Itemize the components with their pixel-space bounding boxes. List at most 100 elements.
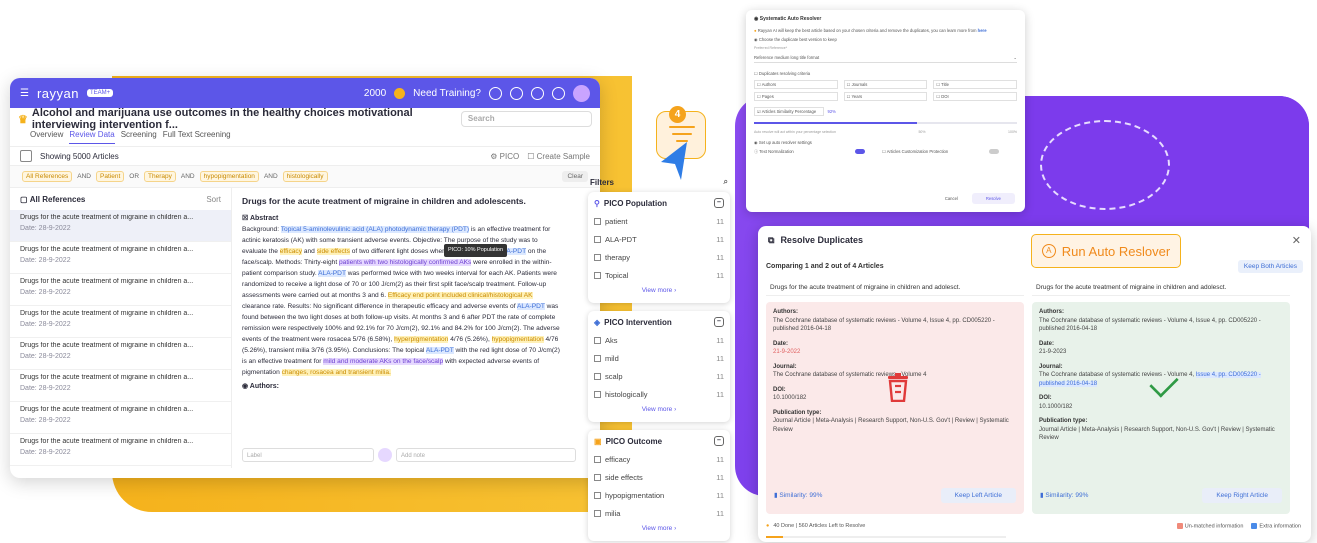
doi-value: 10.1000/182 bbox=[1039, 403, 1073, 410]
filter-chip[interactable]: Therapy bbox=[144, 171, 176, 182]
filter-option[interactable]: Aks 11 bbox=[594, 331, 724, 349]
keep-right-button[interactable]: Keep Right Article bbox=[1202, 487, 1282, 503]
tab-overview[interactable]: Overview bbox=[30, 130, 63, 144]
filter-chip[interactable]: hypopigmentation bbox=[199, 171, 259, 182]
keep-left-button[interactable]: Keep Left Article bbox=[940, 487, 1016, 503]
filter-option[interactable]: mild 11 bbox=[594, 349, 724, 367]
filter-operator[interactable]: AND bbox=[264, 173, 278, 180]
view-more-link[interactable]: View more › bbox=[594, 522, 724, 535]
training-icon[interactable] bbox=[489, 86, 502, 100]
filter-option[interactable]: Topical 11 bbox=[594, 266, 724, 284]
pico-highlight[interactable]: ALA-PDT bbox=[425, 347, 454, 354]
need-training-link[interactable]: Need Training? bbox=[413, 88, 481, 99]
filter-option[interactable]: milia 11 bbox=[594, 504, 724, 522]
pico-highlight[interactable]: patients with two histologically confirm… bbox=[339, 259, 472, 266]
learn-more-link[interactable]: here bbox=[978, 28, 987, 33]
pico-highlight[interactable]: side effects bbox=[316, 248, 350, 255]
criteria-checkbox[interactable]: ☐ Authors bbox=[754, 80, 838, 89]
filter-operator[interactable]: OR bbox=[129, 173, 139, 180]
pico-highlight[interactable]: ALA-PDT bbox=[517, 303, 545, 310]
list-item[interactable]: Drugs for the acute treatment of migrain… bbox=[10, 210, 231, 242]
sort-button[interactable]: Sort bbox=[206, 195, 221, 204]
note-input[interactable]: Add note bbox=[396, 448, 576, 462]
filter-option[interactable]: histologically 11 bbox=[594, 385, 724, 403]
criteria-checkbox[interactable]: ☐ Pages bbox=[754, 92, 838, 101]
checkbox[interactable] bbox=[594, 336, 601, 344]
collapse-icon[interactable]: – bbox=[714, 436, 724, 446]
view-more-link[interactable]: View more › bbox=[594, 403, 724, 416]
checkbox[interactable] bbox=[594, 390, 601, 398]
list-item[interactable]: Drugs for the acute treatment of migrain… bbox=[10, 274, 231, 306]
tab-full-text[interactable]: Full Text Screening bbox=[163, 130, 231, 144]
filter-chip[interactable]: All References bbox=[22, 171, 73, 182]
text-normalization-toggle[interactable] bbox=[854, 149, 865, 155]
similarity-checkbox[interactable]: ☑ Articles Similarity Percentage bbox=[754, 107, 824, 116]
pico-highlight[interactable]: efficacy bbox=[279, 248, 303, 255]
list-item[interactable]: Drugs for the acute treatment of migrain… bbox=[10, 434, 231, 466]
criteria-checkbox[interactable]: ☐ Title bbox=[933, 80, 1017, 89]
pico-highlight[interactable]: hypopigmentation bbox=[491, 336, 544, 343]
collapse-icon[interactable]: – bbox=[714, 198, 724, 208]
criteria-checkbox[interactable]: ☐ Journals bbox=[843, 80, 928, 89]
filter-option[interactable]: patient 11 bbox=[594, 212, 724, 230]
option-count: 11 bbox=[716, 252, 724, 262]
criteria-checkbox[interactable]: ☐ DOI bbox=[933, 92, 1017, 101]
label-input[interactable]: Label bbox=[242, 448, 374, 462]
list-item[interactable]: Drugs for the acute treatment of migrain… bbox=[10, 402, 231, 434]
customization-toggle[interactable] bbox=[989, 149, 1000, 155]
view-more-link[interactable]: View more › bbox=[594, 284, 724, 297]
checkbox[interactable] bbox=[594, 217, 601, 225]
checkbox[interactable] bbox=[594, 271, 601, 279]
filter-chip[interactable]: Patient bbox=[96, 171, 125, 182]
filter-chip[interactable]: histologically bbox=[282, 171, 328, 182]
filter-option[interactable]: scalp 11 bbox=[594, 367, 724, 385]
gear-icon[interactable] bbox=[552, 86, 565, 100]
search-input[interactable]: Search bbox=[460, 111, 592, 127]
menu-icon[interactable]: ☰ bbox=[20, 88, 29, 99]
checkbox[interactable] bbox=[594, 509, 601, 517]
list-item[interactable]: Drugs for the acute treatment of migrain… bbox=[10, 306, 231, 338]
pico-highlight[interactable]: mild and moderate AKs on the face/scalp bbox=[323, 358, 444, 365]
list-item[interactable]: Drugs for the acute treatment of migrain… bbox=[10, 370, 231, 402]
search-icon[interactable]: ⌕ bbox=[724, 177, 728, 187]
clear-filters-button[interactable]: Clear bbox=[562, 171, 588, 182]
filter-operator[interactable]: AND bbox=[77, 173, 91, 180]
pico-highlight[interactable]: ALA-PDT bbox=[318, 270, 346, 277]
checkbox[interactable] bbox=[594, 235, 601, 243]
checkbox[interactable] bbox=[594, 372, 601, 380]
chat-icon[interactable] bbox=[510, 86, 523, 100]
tab-screening[interactable]: Screening bbox=[121, 130, 157, 144]
tab-review-data[interactable]: Review Data bbox=[69, 130, 115, 144]
pico-highlight[interactable]: Efficacy end point included clinical/his… bbox=[387, 292, 533, 299]
avatar[interactable] bbox=[573, 84, 590, 102]
resolve-button[interactable]: Resolve bbox=[971, 193, 1015, 204]
keep-both-button[interactable]: Keep Both Articles bbox=[1237, 259, 1303, 273]
preferred-reference-select[interactable]: Reference medium long title format ⌄ bbox=[754, 53, 1017, 63]
filter-option[interactable]: therapy 11 bbox=[594, 248, 724, 266]
label-icon[interactable] bbox=[378, 448, 392, 462]
filter-operator[interactable]: AND bbox=[181, 173, 195, 180]
filter-option[interactable]: ALA-PDT 11 bbox=[594, 230, 724, 248]
cancel-button[interactable]: Cancel bbox=[945, 196, 958, 201]
collapse-panel-icon[interactable] bbox=[20, 150, 32, 162]
pico-toggle[interactable]: ⚙ PICO bbox=[490, 152, 519, 161]
filter-option[interactable]: efficacy 11 bbox=[594, 450, 724, 468]
help-icon[interactable] bbox=[531, 86, 544, 100]
checkbox[interactable] bbox=[594, 491, 601, 499]
collapse-icon[interactable]: – bbox=[714, 317, 724, 327]
list-item[interactable]: Drugs for the acute treatment of migrain… bbox=[10, 242, 231, 274]
checkbox[interactable] bbox=[594, 354, 601, 362]
list-item[interactable]: Drugs for the acute treatment of migrain… bbox=[10, 338, 231, 370]
close-icon[interactable]: ✕ bbox=[1292, 234, 1301, 247]
filter-option[interactable]: side effects 11 bbox=[594, 468, 724, 486]
similarity-slider[interactable] bbox=[754, 122, 1017, 124]
checkbox[interactable] bbox=[594, 455, 601, 463]
pico-highlight[interactable]: changes, rosacea and transient milia. bbox=[281, 369, 391, 376]
create-sample-button[interactable]: ☐ Create Sample bbox=[527, 152, 590, 161]
checkbox[interactable] bbox=[594, 253, 601, 261]
checkbox[interactable] bbox=[594, 473, 601, 481]
filter-option[interactable]: hypopigmentation 11 bbox=[594, 486, 724, 504]
pico-highlight[interactable]: hyperpigmentation bbox=[394, 336, 449, 343]
criteria-checkbox[interactable]: ☐ Years bbox=[843, 92, 928, 101]
pico-highlight[interactable]: Topical 5-aminolevulinic acid (ALA) phot… bbox=[280, 226, 470, 233]
